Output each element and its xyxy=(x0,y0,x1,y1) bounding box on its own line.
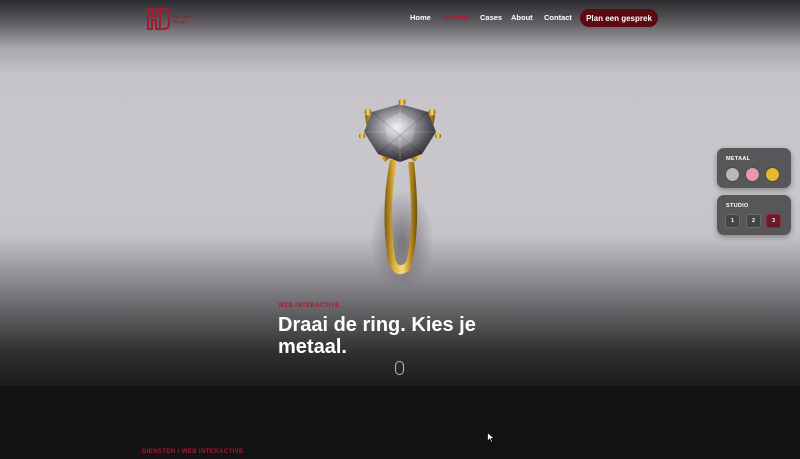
metal-rose-gold-swatch[interactable] xyxy=(745,167,760,182)
hero-headline: Draai de ring. Kies je metaal. xyxy=(278,314,476,358)
logo-mark-icon xyxy=(147,8,170,30)
section-label: DIENSTEN / WEB INTERACTIVE xyxy=(142,449,244,455)
logo[interactable]: Horsman's Design xyxy=(145,6,197,32)
logo-text: Horsman's Design xyxy=(173,14,194,24)
mouse-cursor-icon xyxy=(487,432,495,443)
studio-option-1[interactable]: 1 xyxy=(725,214,740,228)
metal-silver-swatch[interactable] xyxy=(725,167,740,182)
metal-gold-swatch[interactable] xyxy=(765,167,780,182)
nav-home[interactable]: Home xyxy=(410,13,431,22)
logo-text-line2: Design xyxy=(173,19,187,24)
nav-about[interactable]: About xyxy=(511,13,533,22)
studio-panel-title: STUDIO xyxy=(726,203,749,209)
plan-gesprek-button[interactable]: Plan een gesprek xyxy=(580,9,658,27)
scroll-indicator-icon[interactable] xyxy=(395,361,404,375)
nav-contact[interactable]: Contact xyxy=(544,13,572,22)
metal-panel: METAAL xyxy=(717,148,791,188)
hero-eyebrow: WEB INTERACTIVE xyxy=(278,303,340,309)
studio-panel: STUDIO 1 2 3 xyxy=(717,195,791,235)
services-section xyxy=(0,386,800,459)
nav-cases[interactable]: Cases xyxy=(480,13,502,22)
nav-service[interactable]: Service xyxy=(443,13,470,22)
ring-image[interactable] xyxy=(340,90,460,305)
metal-panel-title: METAAL xyxy=(726,156,751,162)
studio-option-2[interactable]: 2 xyxy=(746,214,761,228)
studio-option-3[interactable]: 3 xyxy=(766,214,781,228)
